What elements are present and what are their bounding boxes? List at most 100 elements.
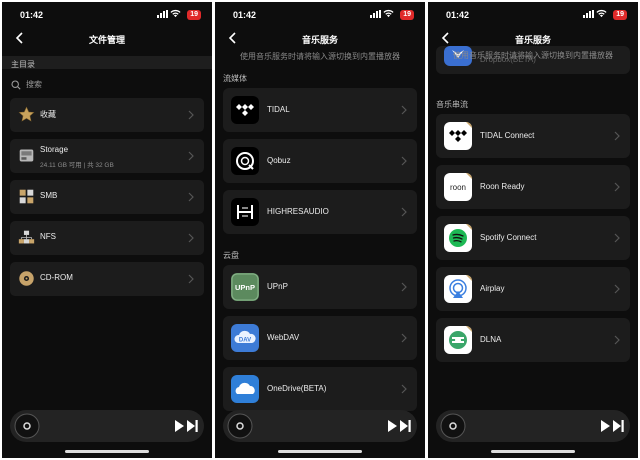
chevron-right-icon [614, 131, 620, 141]
battery-indicator: 19 [187, 10, 201, 20]
nav-bar: 音乐服务 [215, 30, 425, 46]
section-header-cloud: 云盘 [223, 251, 239, 260]
status-time: 01:42 [233, 10, 257, 20]
webdav-logo-text: DAV [239, 338, 251, 344]
service-label: Airplay [480, 284, 505, 293]
service-item-spotify-connect[interactable]: Spotify Connect [436, 216, 630, 260]
search-placeholder: 搜索 [26, 80, 42, 89]
status-bar: 01:42 19 [215, 8, 425, 22]
disc-icon [440, 413, 466, 439]
nav-bar: 音乐服务 [428, 30, 638, 46]
cd-icon [19, 271, 34, 286]
search-input[interactable]: 搜索 [11, 79, 42, 90]
chevron-right-icon [188, 192, 194, 202]
service-label: UPnP [267, 282, 288, 291]
mini-player[interactable] [223, 410, 417, 442]
upnp-icon: UPnP [231, 273, 259, 301]
status-time: 01:42 [20, 10, 44, 20]
list-item-label: Storage [40, 145, 69, 154]
service-item-dlna[interactable]: DLNA [436, 318, 630, 362]
input-source-hint: 使用音乐服务时请将输入源切换到内置播放器 [240, 52, 400, 61]
service-label: TIDAL [267, 105, 290, 114]
airplay-icon [444, 275, 472, 303]
chevron-right-icon [614, 335, 620, 345]
cellular-signal-icon [370, 10, 381, 18]
service-item-airplay[interactable]: Airplay [436, 267, 630, 311]
tidal-connect-icon [444, 122, 472, 150]
battery-indicator: 19 [400, 10, 414, 20]
star-icon [18, 106, 35, 122]
service-label: HIGHRESAUDIO [267, 207, 329, 216]
highresaudio-icon [231, 198, 259, 226]
mini-player[interactable] [10, 410, 204, 442]
home-indicator [278, 450, 362, 453]
dlna-icon [444, 326, 472, 354]
service-label: Spotify Connect [480, 233, 537, 242]
chevron-right-icon [401, 207, 407, 217]
wifi-icon [596, 9, 607, 18]
roon-icon: roon [444, 173, 472, 201]
service-label: OneDrive(BETA) [267, 384, 327, 393]
service-label: Roon Ready [480, 182, 525, 191]
service-label: WebDAV [267, 333, 300, 342]
battery-indicator: 19 [613, 10, 627, 20]
service-label: DLNA [480, 335, 502, 344]
play-icon[interactable] [600, 420, 610, 432]
home-indicator [491, 450, 575, 453]
list-item-smb[interactable]: SMB [10, 180, 204, 214]
chevron-right-icon [614, 233, 620, 243]
section-header-main: 主目录 [2, 56, 212, 69]
search-icon [11, 80, 21, 90]
roon-logo-text: roon [450, 183, 466, 192]
music-services-screen: 01:42 19 音乐服务 使用音乐服务时请将输入源切换到内置播放器 流媒体 T… [215, 2, 425, 458]
service-item-tidal[interactable]: TIDAL [223, 88, 417, 132]
service-item-highresaudio[interactable]: HIGHRESAUDIO [223, 190, 417, 234]
chevron-right-icon [401, 156, 407, 166]
service-item-tidal-connect[interactable]: TIDAL Connect [436, 114, 630, 158]
service-item-roon-ready[interactable]: roon Roon Ready [436, 165, 630, 209]
section-header-music-streaming: 音乐串流 [436, 100, 468, 109]
nfs-icon [18, 230, 35, 244]
storage-capacity: 24.11 GB 可用 | 共 32 GB [40, 162, 114, 169]
status-time: 01:42 [446, 10, 470, 20]
next-track-icon[interactable] [613, 420, 624, 432]
upnp-logo-text: UPnP [235, 283, 255, 292]
chevron-right-icon [188, 151, 194, 161]
spotify-icon [444, 224, 472, 252]
play-icon[interactable] [174, 420, 184, 432]
list-item-cdrom[interactable]: CD-ROM [10, 262, 204, 296]
service-item-qobuz[interactable]: Qobuz [223, 139, 417, 183]
home-indicator [65, 450, 149, 453]
play-icon[interactable] [387, 420, 397, 432]
chevron-right-icon [401, 384, 407, 394]
chevron-right-icon [401, 333, 407, 343]
chevron-right-icon [188, 274, 194, 284]
mini-player[interactable] [436, 410, 630, 442]
onedrive-icon [231, 375, 259, 403]
list-item-nfs[interactable]: NFS [10, 221, 204, 255]
file-manager-screen: 01:42 19 文件管理 主目录 搜索 收藏 Storage 24.11 GB… [2, 2, 212, 458]
service-item-upnp[interactable]: UPnP UPnP [223, 265, 417, 309]
service-item-onedrive[interactable]: OneDrive(BETA) [223, 367, 417, 411]
page-title: 音乐服务 [514, 35, 551, 45]
music-services-screen-scrolled: Dropbox(BETA) 01:42 19 音乐服务 使用音乐服务时请将输入源… [428, 2, 638, 458]
list-item-storage[interactable]: Storage 24.11 GB 可用 | 共 32 GB [10, 139, 204, 173]
list-item-label: NFS [40, 232, 56, 241]
next-track-icon[interactable] [400, 420, 411, 432]
chevron-right-icon [188, 110, 194, 120]
service-label: Qobuz [267, 156, 291, 165]
section-header-streaming: 流媒体 [223, 74, 247, 83]
chevron-right-icon [401, 105, 407, 115]
network-icon [19, 189, 34, 204]
chevron-right-icon [401, 282, 407, 292]
qobuz-icon [231, 147, 259, 175]
chevron-right-icon [188, 233, 194, 243]
list-item-favorites[interactable]: 收藏 [10, 98, 204, 132]
service-item-webdav[interactable]: DAV WebDAV [223, 316, 417, 360]
wifi-icon [383, 9, 394, 18]
nav-bar: 文件管理 [2, 30, 212, 46]
page-title: 文件管理 [88, 35, 125, 45]
service-label: TIDAL Connect [480, 131, 535, 140]
input-source-hint: 使用音乐服务时请将输入源切换到内置播放器 [453, 51, 613, 60]
next-track-icon[interactable] [187, 420, 198, 432]
